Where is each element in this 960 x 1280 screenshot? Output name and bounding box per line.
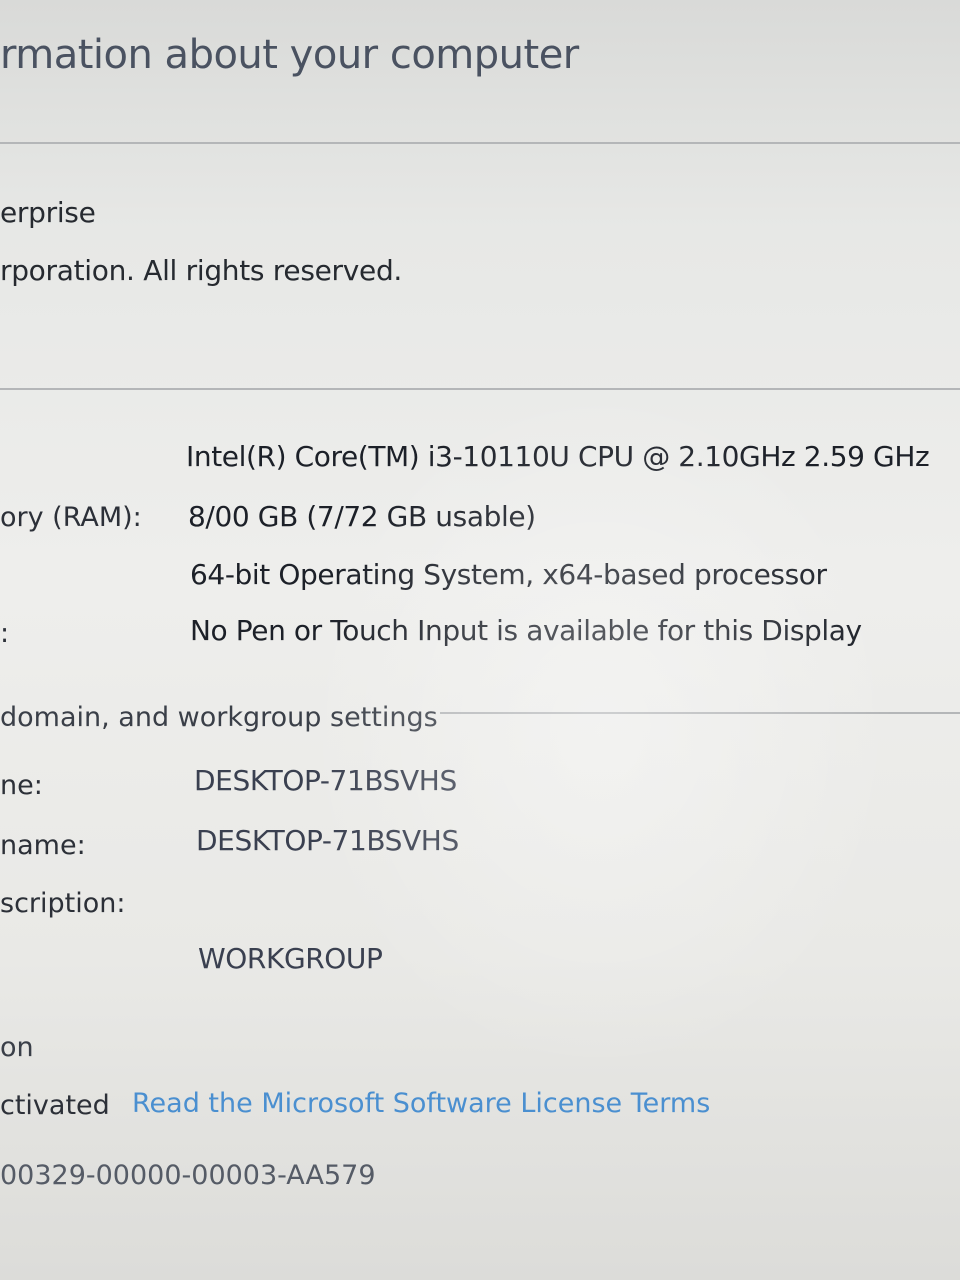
edition-name: erprise (0, 196, 96, 229)
edition-separator (0, 142, 960, 144)
activation-status: ctivated (0, 1090, 110, 1121)
system-type-value: 64-bit Operating System, x64-based proce… (190, 558, 827, 591)
computer-name-label: ne: (0, 770, 43, 801)
activation-heading: on (0, 1032, 34, 1063)
pen-touch-value: No Pen or Touch Input is available for t… (190, 614, 862, 647)
processor-value: Intel(R) Core(TM) i3-10110U CPU @ 2.10GH… (186, 440, 930, 473)
full-computer-name-label: name: (0, 830, 86, 861)
computer-name-heading: domain, and workgroup settings (0, 702, 438, 733)
ram-value: 8/00 GB (7/72 GB usable) (188, 500, 536, 533)
page-title: rmation about your computer (0, 32, 579, 78)
full-computer-name-value: DESKTOP-71BSVHS (196, 824, 459, 857)
computer-description-label: scription: (0, 888, 126, 919)
ram-label: ory (RAM): (0, 502, 142, 533)
product-id: 00329-00000-00003-AA579 (0, 1160, 376, 1191)
workgroup-value: WORKGROUP (198, 942, 383, 975)
system-properties-page: rmation about your computer erprise rpor… (0, 0, 960, 1280)
computer-name-value: DESKTOP-71BSVHS (194, 764, 457, 797)
system-separator (0, 388, 960, 390)
edition-copyright: rporation. All rights reserved. (0, 254, 403, 287)
license-terms-link[interactable]: Read the Microsoft Software License Term… (132, 1088, 710, 1119)
computer-name-separator (440, 712, 960, 714)
pen-touch-label: : (0, 618, 10, 649)
